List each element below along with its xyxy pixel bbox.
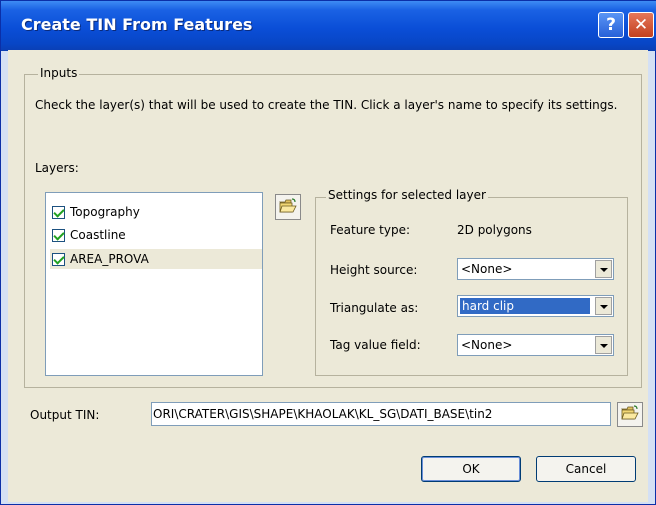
layer-checkbox-area-prova[interactable] [52, 252, 65, 266]
chevron-down-icon[interactable] [595, 297, 612, 315]
list-item-selected[interactable]: AREA_PROVA [50, 249, 262, 269]
window-title: Create TIN From Features [21, 15, 253, 34]
list-item[interactable]: Topography [52, 202, 140, 222]
close-button[interactable]: ✕ [628, 12, 654, 38]
height-source-value: <None> [461, 262, 513, 276]
triangulate-select[interactable]: hard clip [457, 295, 614, 317]
feature-type-label: Feature type: [330, 223, 411, 237]
chevron-down-icon[interactable] [595, 260, 612, 278]
feature-type-value: 2D polygons [457, 223, 532, 237]
help-icon: ? [606, 15, 616, 35]
folder-open-icon [279, 197, 297, 217]
layers-label: Layers: [35, 161, 79, 175]
help-button[interactable]: ? [598, 12, 624, 38]
ok-button[interactable]: OK [421, 456, 521, 482]
layers-list[interactable]: Topography Coastline AREA_PROVA [45, 192, 263, 376]
add-layer-folder-button[interactable] [275, 194, 301, 220]
layer-name[interactable]: AREA_PROVA [70, 252, 149, 266]
list-item[interactable]: Coastline [52, 225, 126, 245]
inputs-group-label: Inputs [38, 66, 80, 80]
height-source-select[interactable]: <None> [457, 258, 614, 280]
layer-checkbox-coastline[interactable] [52, 228, 65, 242]
output-tin-value: ORI\CRATER\GIS\SHAPE\KHAOLAK\KL_SG\DATI_… [153, 407, 493, 421]
output-tin-input[interactable]: ORI\CRATER\GIS\SHAPE\KHAOLAK\KL_SG\DATI_… [151, 402, 611, 426]
triangulate-value: hard clip [460, 298, 590, 314]
settings-group-label: Settings for selected layer [326, 188, 488, 202]
height-source-label: Height source: [330, 263, 418, 277]
close-icon: ✕ [633, 15, 649, 35]
cancel-button[interactable]: Cancel [536, 456, 636, 482]
layer-name[interactable]: Coastline [70, 228, 126, 242]
output-tin-label: Output TIN: [30, 408, 100, 422]
browse-output-button[interactable] [617, 402, 643, 427]
layer-checkbox-topography[interactable] [52, 205, 65, 219]
chevron-down-icon[interactable] [595, 336, 612, 354]
title-bar[interactable]: Create TIN From Features ? ✕ [1, 1, 656, 51]
tag-value-select[interactable]: <None> [457, 334, 614, 356]
layer-name[interactable]: Topography [70, 205, 140, 219]
folder-open-icon [621, 405, 639, 424]
triangulate-label: Triangulate as: [330, 301, 419, 315]
tag-value-value: <None> [461, 338, 513, 352]
inputs-description: Check the layer(s) that will be used to … [35, 98, 618, 112]
tag-value-label: Tag value field: [330, 338, 421, 352]
